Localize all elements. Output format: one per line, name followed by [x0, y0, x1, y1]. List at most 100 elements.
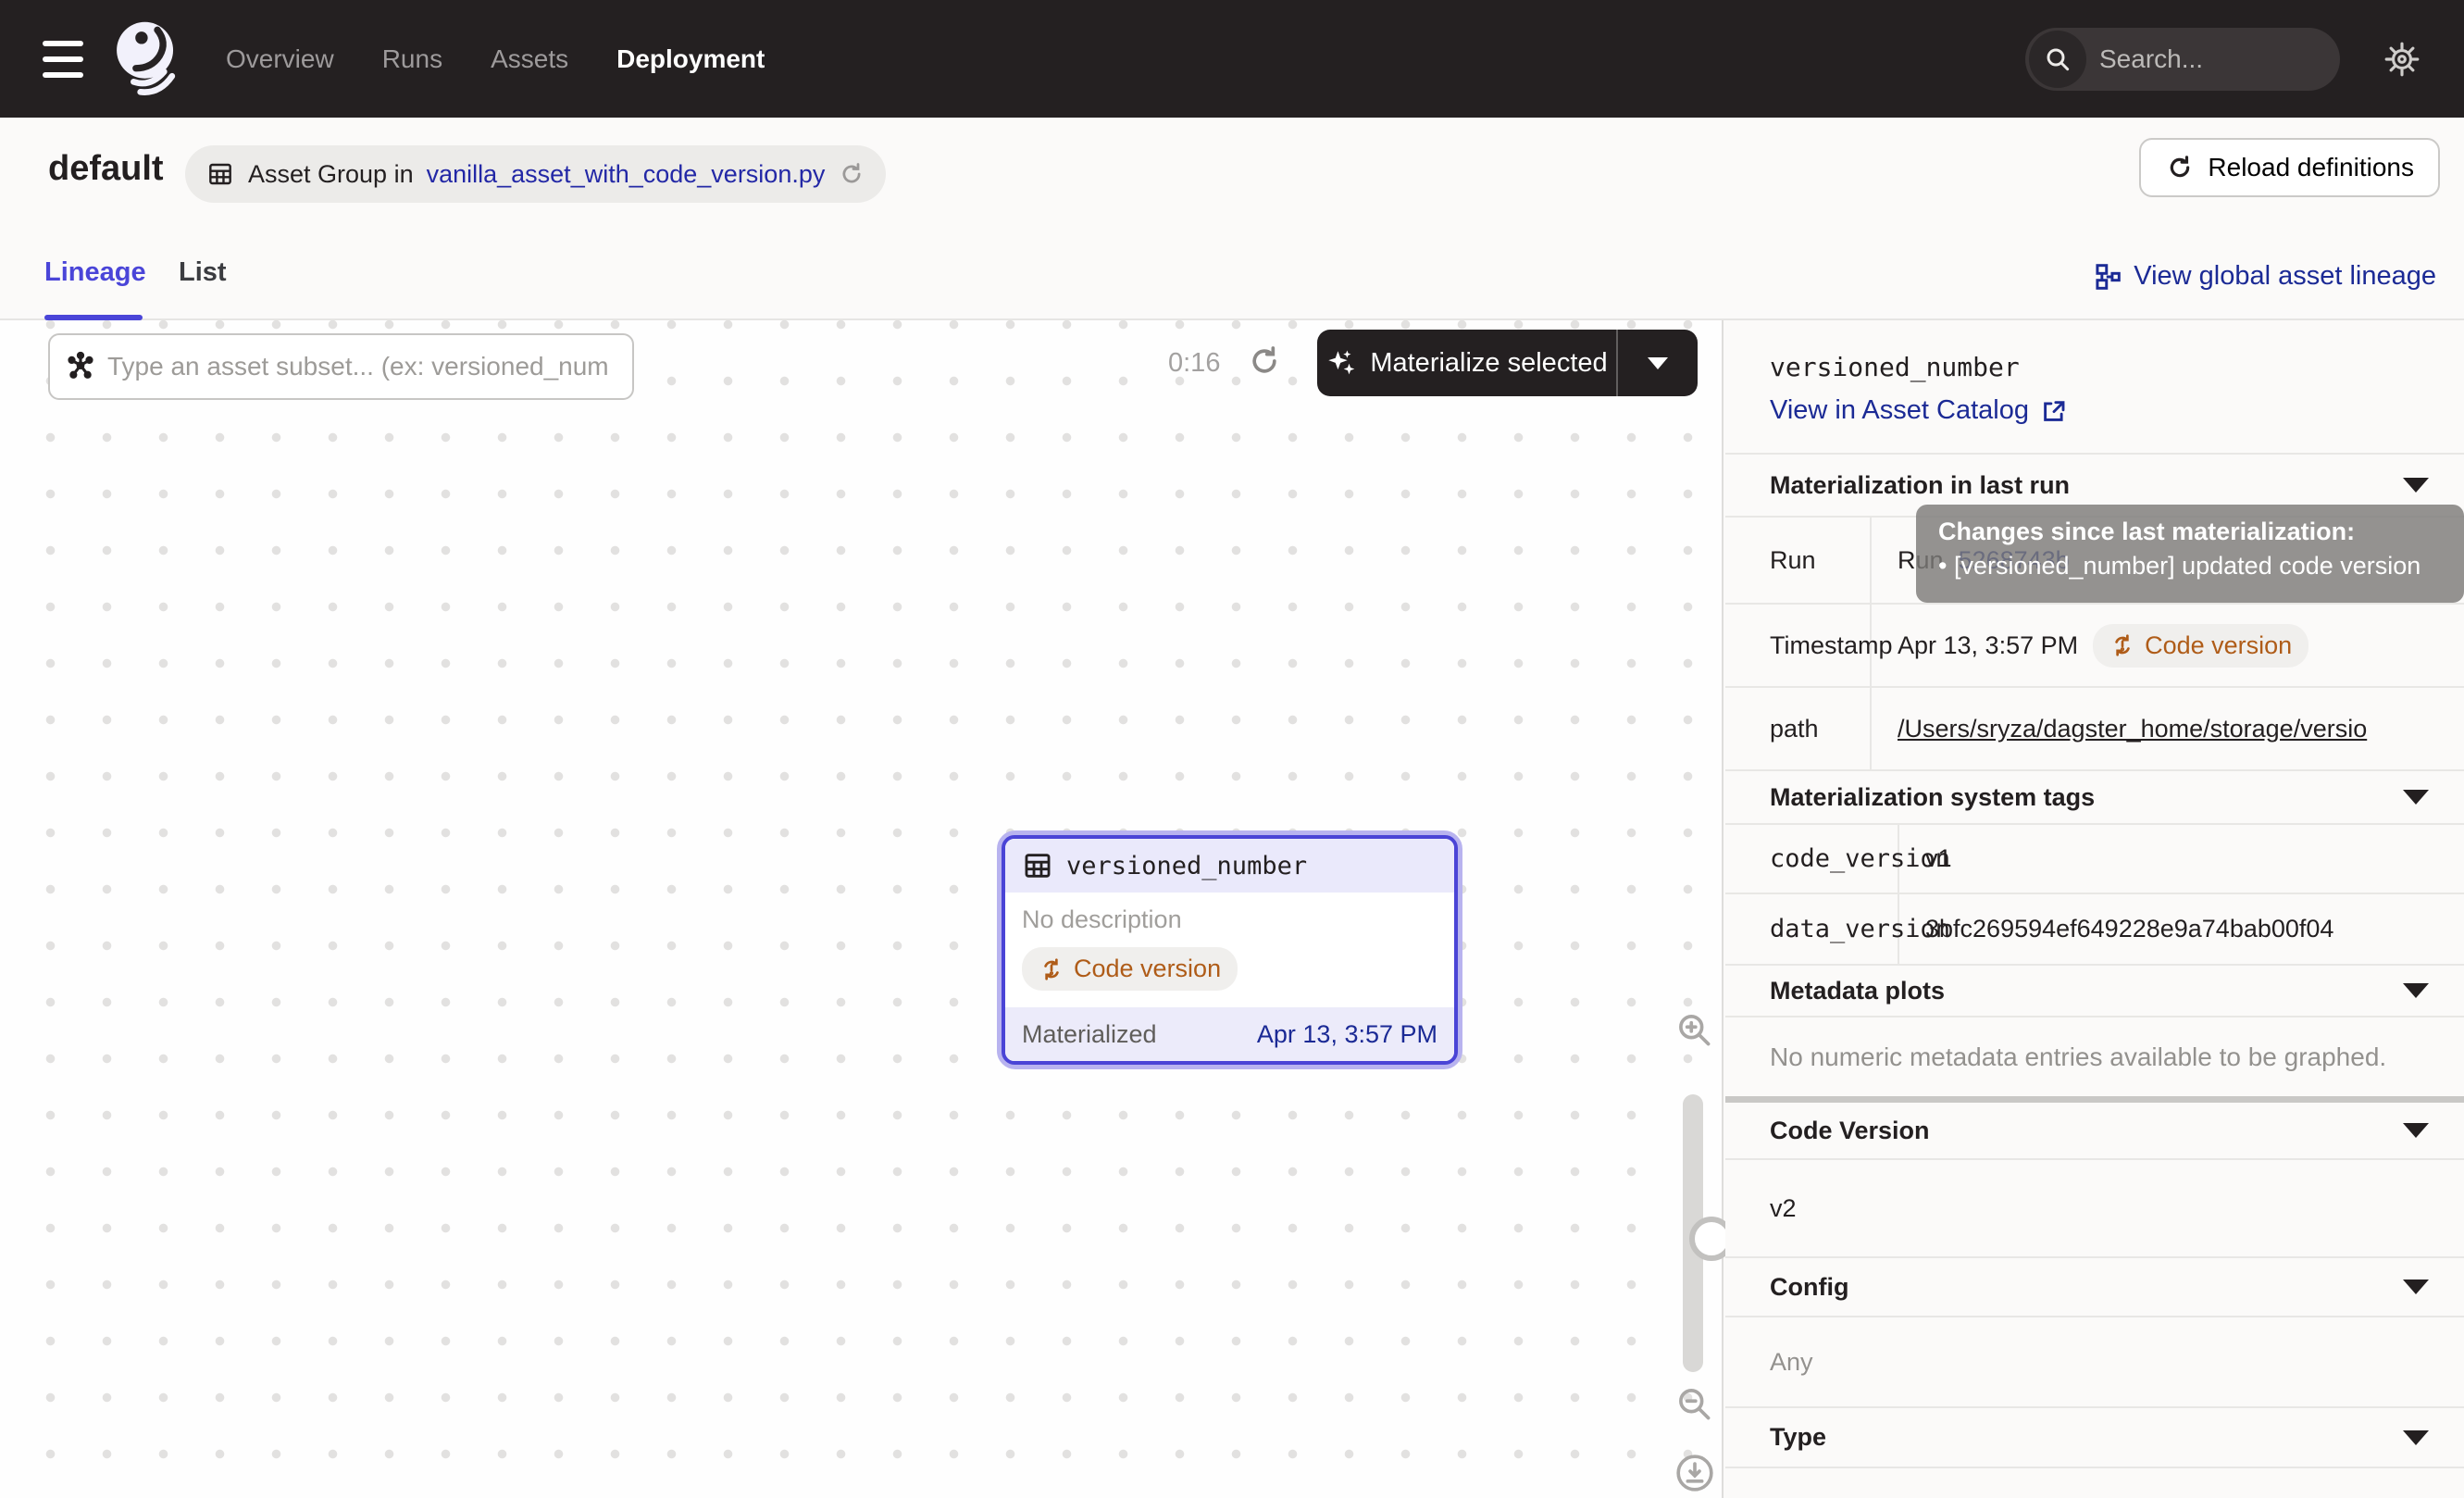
lineage-graph-icon — [2093, 262, 2122, 292]
nav-links: Overview Runs Assets Deployment — [226, 44, 765, 74]
asset-detail-panel: versioned_number View in Asset Catalog M… — [1725, 320, 2464, 1498]
collapse-caret-icon — [2403, 983, 2429, 998]
chip-reload-icon[interactable] — [838, 160, 865, 188]
page-title: default — [48, 149, 164, 189]
path-row: path /Users/sryza/dagster_home/storage/v… — [1725, 688, 2464, 771]
materialize-options-dropdown[interactable] — [1618, 330, 1698, 396]
code-version-row-value: v1 — [1899, 825, 2464, 893]
asset-node-header: versioned_number — [1005, 839, 1454, 893]
asset-group-file-link[interactable]: vanilla_asset_with_code_version.py — [427, 160, 826, 189]
sync-alert-icon — [1039, 956, 1064, 982]
asset-subset-filter[interactable] — [48, 333, 634, 400]
reload-definitions-button[interactable]: Reload definitions — [2139, 138, 2440, 197]
code-version-tag[interactable]: Code version — [2093, 624, 2308, 668]
external-link-icon — [2040, 397, 2068, 425]
section-code-version[interactable]: Code Version — [1725, 1103, 2464, 1160]
view-global-asset-lineage-label: View global asset lineage — [2134, 261, 2436, 292]
collapse-caret-icon — [2403, 1123, 2429, 1138]
tab-lineage[interactable]: Lineage — [44, 257, 146, 288]
code-version-value-block: v2 — [1725, 1160, 2464, 1258]
code-version-tag-label: Code version — [1074, 955, 1221, 983]
asset-group-chip-prefix: Asset Group in — [248, 160, 414, 189]
section-title: Materialization system tags — [1770, 783, 2095, 812]
zoom-in-icon[interactable] — [1674, 1009, 1714, 1050]
timestamp-value: Apr 13, 3:57 PM — [1898, 631, 2078, 660]
section-metadata-plots[interactable]: Metadata plots — [1725, 966, 2464, 1017]
materialized-time-link[interactable]: Apr 13, 3:57 PM — [1257, 1020, 1437, 1049]
section-type[interactable]: Type — [1725, 1408, 2464, 1468]
menu-icon[interactable] — [43, 41, 87, 78]
view-in-asset-catalog-label: View in Asset Catalog — [1770, 395, 2029, 426]
panel-asset-name: versioned_number — [1770, 352, 2464, 382]
top-navbar: Overview Runs Assets Deployment / — [0, 0, 2464, 118]
asset-node-versioned-number[interactable]: versioned_number No description Code ver… — [997, 830, 1462, 1069]
collapse-caret-icon — [2403, 478, 2429, 493]
settings-gear-icon[interactable] — [2383, 40, 2421, 79]
code-version-tag[interactable]: Code version — [1022, 947, 1238, 991]
global-search-input[interactable] — [2099, 44, 2340, 74]
tab-list[interactable]: List — [179, 257, 227, 288]
op-selector-icon — [65, 351, 96, 382]
table-grid-icon — [1022, 850, 1053, 881]
asset-node-footer: Materialized Apr 13, 3:57 PM — [1005, 1007, 1454, 1061]
materialize-selected-label: Materialize selected — [1370, 348, 1607, 379]
asset-subset-input[interactable] — [107, 352, 617, 381]
config-value-block: Any — [1725, 1317, 2464, 1408]
nav-item-deployment[interactable]: Deployment — [616, 44, 765, 74]
view-in-asset-catalog-link[interactable]: View in Asset Catalog — [1770, 395, 2464, 426]
global-search[interactable]: / — [2025, 28, 2340, 91]
asset-group-chip: Asset Group in vanilla_asset_with_code_v… — [185, 145, 886, 203]
chevron-down-icon — [1648, 357, 1668, 369]
data-version-row-value: 3bfc269594ef649228e9a74bab00f04 — [1899, 894, 2464, 964]
nav-item-assets[interactable]: Assets — [491, 44, 568, 74]
config-value: Any — [1770, 1348, 1813, 1377]
nav-item-overview[interactable]: Overview — [226, 44, 334, 74]
collapse-caret-icon — [2403, 790, 2429, 805]
asset-node-body: No description Code version — [1005, 893, 1454, 1007]
code-version-value: v2 — [1770, 1194, 1797, 1223]
metadata-plots-empty-message: No numeric metadata entries available to… — [1770, 1042, 2386, 1072]
app-root: Overview Runs Assets Deployment / — [0, 0, 2464, 1498]
materialize-selected-button[interactable]: Materialize selected — [1317, 330, 1616, 396]
nav-item-runs[interactable]: Runs — [382, 44, 442, 74]
graph-dot-grid — [0, 320, 1722, 1498]
timestamp-row-label: Timestamp — [1725, 605, 1872, 686]
materialize-selected-button-group: Materialize selected — [1317, 330, 1698, 396]
download-image-icon[interactable] — [1674, 1452, 1716, 1494]
graph-refresh-icon[interactable] — [1246, 343, 1283, 380]
search-icon — [2029, 31, 2086, 88]
section-title: Config — [1770, 1273, 1848, 1302]
section-config[interactable]: Config — [1725, 1258, 2464, 1317]
collapse-caret-icon — [2403, 1280, 2429, 1294]
reload-definitions-label: Reload definitions — [2208, 153, 2414, 182]
data-version-row: data_version 3bfc269594ef649228e9a74bab0… — [1725, 894, 2464, 966]
path-value-link[interactable]: /Users/sryza/dagster_home/storage/versio — [1898, 715, 2367, 743]
lineage-graph-canvas[interactable]: 0:16 Materialize selected — [0, 320, 1724, 1498]
zoom-controls — [1662, 1009, 1724, 1498]
code-version-row-label: code_version — [1725, 825, 1899, 893]
code-version-tag-label: Code version — [2145, 631, 2292, 660]
zoom-out-icon[interactable] — [1674, 1383, 1714, 1424]
asset-node-description: No description — [1022, 905, 1437, 934]
panel-title-block: versioned_number View in Asset Catalog — [1725, 320, 2464, 455]
changes-tooltip-item: • [versioned_number] updated code versio… — [1938, 552, 2442, 580]
changes-tooltip: Changes since last materialization: • [v… — [1916, 505, 2464, 603]
path-row-label: path — [1725, 688, 1872, 769]
changes-tooltip-title: Changes since last materialization: — [1938, 518, 2442, 546]
timestamp-row: Timestamp Apr 13, 3:57 PM Code version — [1725, 605, 2464, 688]
section-title: Type — [1770, 1423, 1826, 1452]
section-title: Materialization in last run — [1770, 471, 2070, 500]
collapse-caret-icon — [2403, 1430, 2429, 1445]
section-title: Code Version — [1770, 1117, 1930, 1145]
code-version-row: code_version v1 — [1725, 825, 2464, 894]
sparkle-icon — [1325, 347, 1357, 379]
section-divider — [1725, 1096, 2464, 1103]
section-materialization-system-tags[interactable]: Materialization system tags — [1725, 771, 2464, 825]
asset-node-title: versioned_number — [1066, 852, 1307, 880]
dagster-logo-icon[interactable] — [111, 19, 183, 100]
view-tabs: Lineage List View global asset lineage — [0, 241, 2464, 320]
view-global-asset-lineage-link[interactable]: View global asset lineage — [2093, 261, 2436, 292]
section-title: Metadata plots — [1770, 977, 1945, 1005]
zoom-slider[interactable] — [1683, 1094, 1703, 1372]
materialized-status-label: Materialized — [1022, 1020, 1157, 1049]
